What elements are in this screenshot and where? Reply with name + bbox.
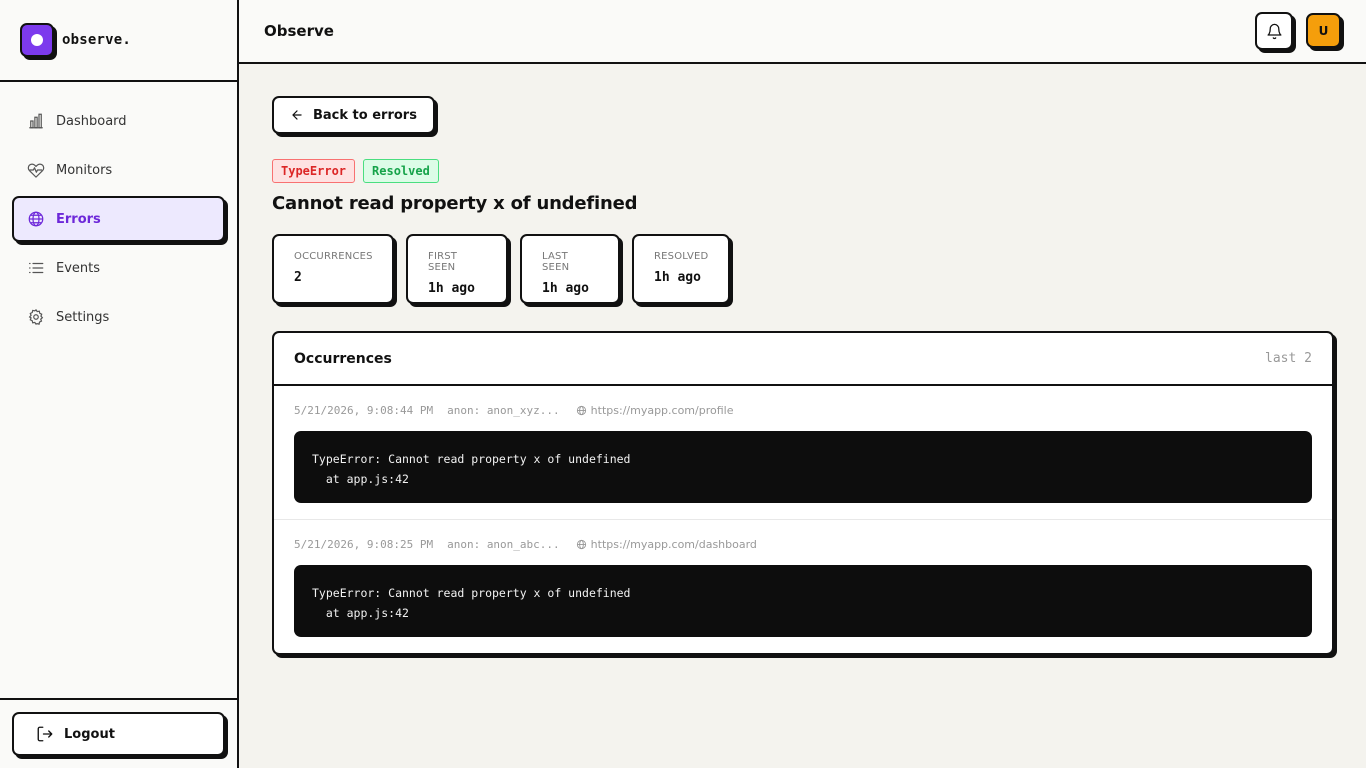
stat-card-last-seen: Last Seen 1h ago [520,234,620,304]
stat-card-first-seen: First Seen 1h ago [406,234,508,304]
occurrence-url: https://myapp.com/dashboard [576,538,757,551]
stack-trace: TypeError: Cannot read property x of und… [294,565,1312,637]
stat-value: 2 [294,270,302,285]
brand[interactable]: observe. [0,0,237,82]
occurrence-url: https://myapp.com/profile [576,404,734,417]
occurrence-user: anon: anon_xyz... [447,404,560,417]
brand-name: observe. [62,32,132,48]
sidebar-item-errors[interactable]: Errors [12,196,225,242]
logout-label: Logout [64,726,115,742]
occurrences-count: last 2 [1265,351,1312,366]
occurrence-timestamp: 5/21/2026, 9:08:25 PM [294,538,434,551]
occurrence-meta: 5/21/2026, 9:08:44 PM anon: anon_xyz... … [294,404,1312,417]
bell-icon [1266,23,1282,39]
globe-icon [576,539,586,550]
sidebar-item-label: Dashboard [56,113,127,129]
sidebar-item-monitors[interactable]: Monitors [12,147,225,193]
stat-value: 1h ago [428,281,475,296]
heart-pulse-icon [26,160,46,180]
stat-value: 1h ago [654,270,701,285]
occurrences-panel: Occurrences last 2 5/21/2026, 9:08:44 PM… [272,331,1334,655]
occurrences-title: Occurrences [294,350,392,367]
stat-label: Last Seen [542,251,570,273]
sidebar: observe. Dashboard Monitors Errors Event… [0,0,239,768]
occurrence-url-text: https://myapp.com/dashboard [590,538,757,551]
stat-label: Occurrences [294,251,373,262]
stat-card-occurrences: Occurrences 2 [272,234,394,304]
stats-row: Occurrences 2 First Seen 1h ago Last See… [272,234,1334,304]
error-tags: TypeError Resolved [272,159,1334,183]
stat-label: Resolved [654,251,709,262]
brand-logo [20,23,54,57]
sidebar-item-events[interactable]: Events [12,245,225,291]
occurrences-header: Occurrences last 2 [274,333,1332,386]
back-label: Back to errors [313,107,417,123]
avatar[interactable]: U [1306,13,1341,48]
sidebar-item-dashboard[interactable]: Dashboard [12,98,225,144]
stack-trace: TypeError: Cannot read property x of und… [294,431,1312,503]
main-content: Back to errors TypeError Resolved Cannot… [272,96,1334,655]
stat-label: First Seen [428,251,458,273]
logout-icon [37,726,53,742]
sidebar-footer: Logout [0,698,237,768]
error-title: Cannot read property x of undefined [272,193,638,214]
occurrence-user: anon: anon_abc... [447,538,560,551]
globe-icon [26,209,46,229]
occurrence-timestamp: 5/21/2026, 9:08:44 PM [294,404,434,417]
sidebar-item-label: Settings [56,309,110,325]
bar-chart-icon [26,111,46,131]
arrow-left-icon [292,110,302,120]
top-header: Observe U [239,0,1366,64]
status-badge: Resolved [363,159,439,183]
back-to-errors-button[interactable]: Back to errors [272,96,435,134]
sidebar-item-label: Monitors [56,162,113,178]
stat-card-resolved: Resolved 1h ago [632,234,730,304]
occurrence-meta: 5/21/2026, 9:08:25 PM anon: anon_abc... … [294,538,1312,551]
sidebar-nav: Dashboard Monitors Errors Events Setting… [0,82,237,340]
sidebar-item-settings[interactable]: Settings [12,294,225,340]
logout-button[interactable]: Logout [12,712,225,756]
occurrence-item: 5/21/2026, 9:08:25 PM anon: anon_abc... … [274,519,1332,653]
error-type-badge: TypeError [272,159,356,183]
sidebar-item-label: Errors [56,211,101,227]
globe-icon [576,405,586,416]
page-title: Observe [264,22,334,40]
sidebar-item-label: Events [56,260,101,276]
occurrence-url-text: https://myapp.com/profile [590,404,734,417]
notifications-button[interactable] [1255,12,1293,50]
occurrence-item: 5/21/2026, 9:08:44 PM anon: anon_xyz... … [274,386,1332,519]
stat-value: 1h ago [542,281,589,296]
gear-icon [26,307,46,327]
list-icon [26,258,46,278]
